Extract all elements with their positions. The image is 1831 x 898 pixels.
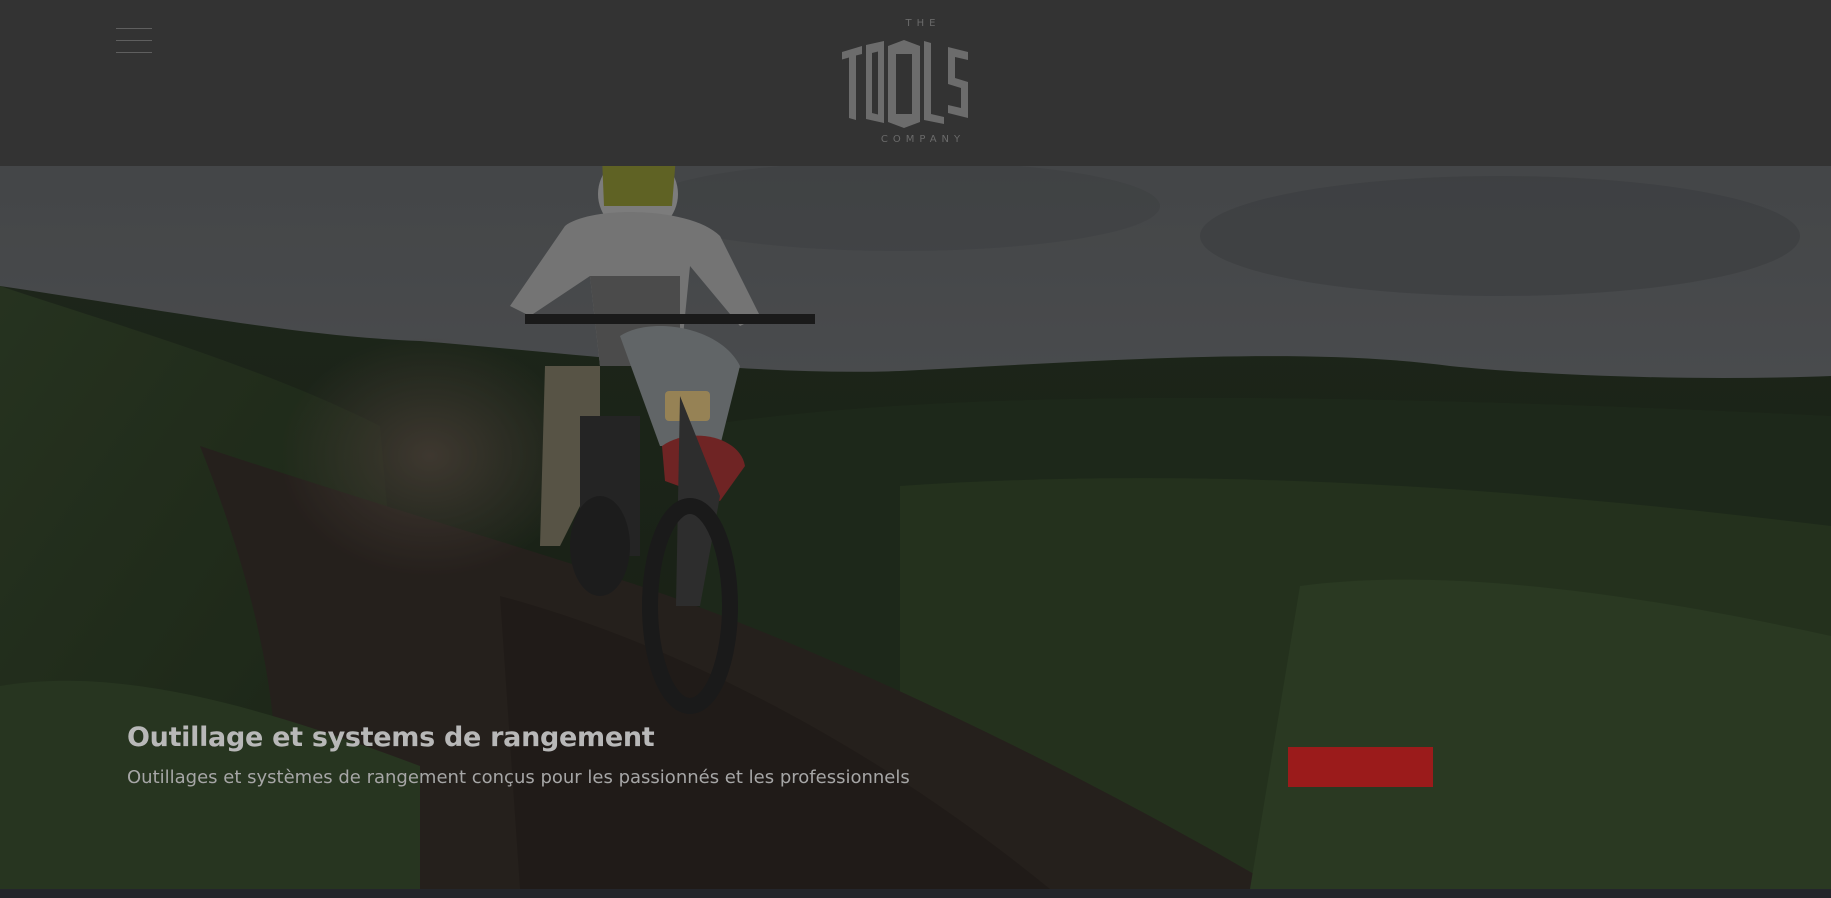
hero-subtitle: Outillages et systèmes de rangement conç… xyxy=(127,767,910,788)
menu-line-bottom xyxy=(116,52,152,53)
menu-line-middle xyxy=(116,40,152,41)
menu-line-top xyxy=(116,28,152,29)
logo-the-text: THE xyxy=(905,18,941,29)
site-logo[interactable]: THE COMPANY xyxy=(838,14,998,150)
page: THE COMPANY Outillage et systems de rang… xyxy=(0,0,1831,898)
hamburger-menu-button[interactable] xyxy=(114,26,156,56)
page-bottom-strip xyxy=(0,889,1831,898)
site-header: THE COMPANY xyxy=(0,0,1831,166)
hero-banner: Outillage et systems de rangement Outill… xyxy=(0,166,1831,889)
logo-wordmark-icon xyxy=(842,40,968,128)
hero-cta-button[interactable] xyxy=(1288,747,1433,787)
logo-company-text: COMPANY xyxy=(880,134,966,145)
hero-title: Outillage et systems de rangement xyxy=(127,722,655,753)
